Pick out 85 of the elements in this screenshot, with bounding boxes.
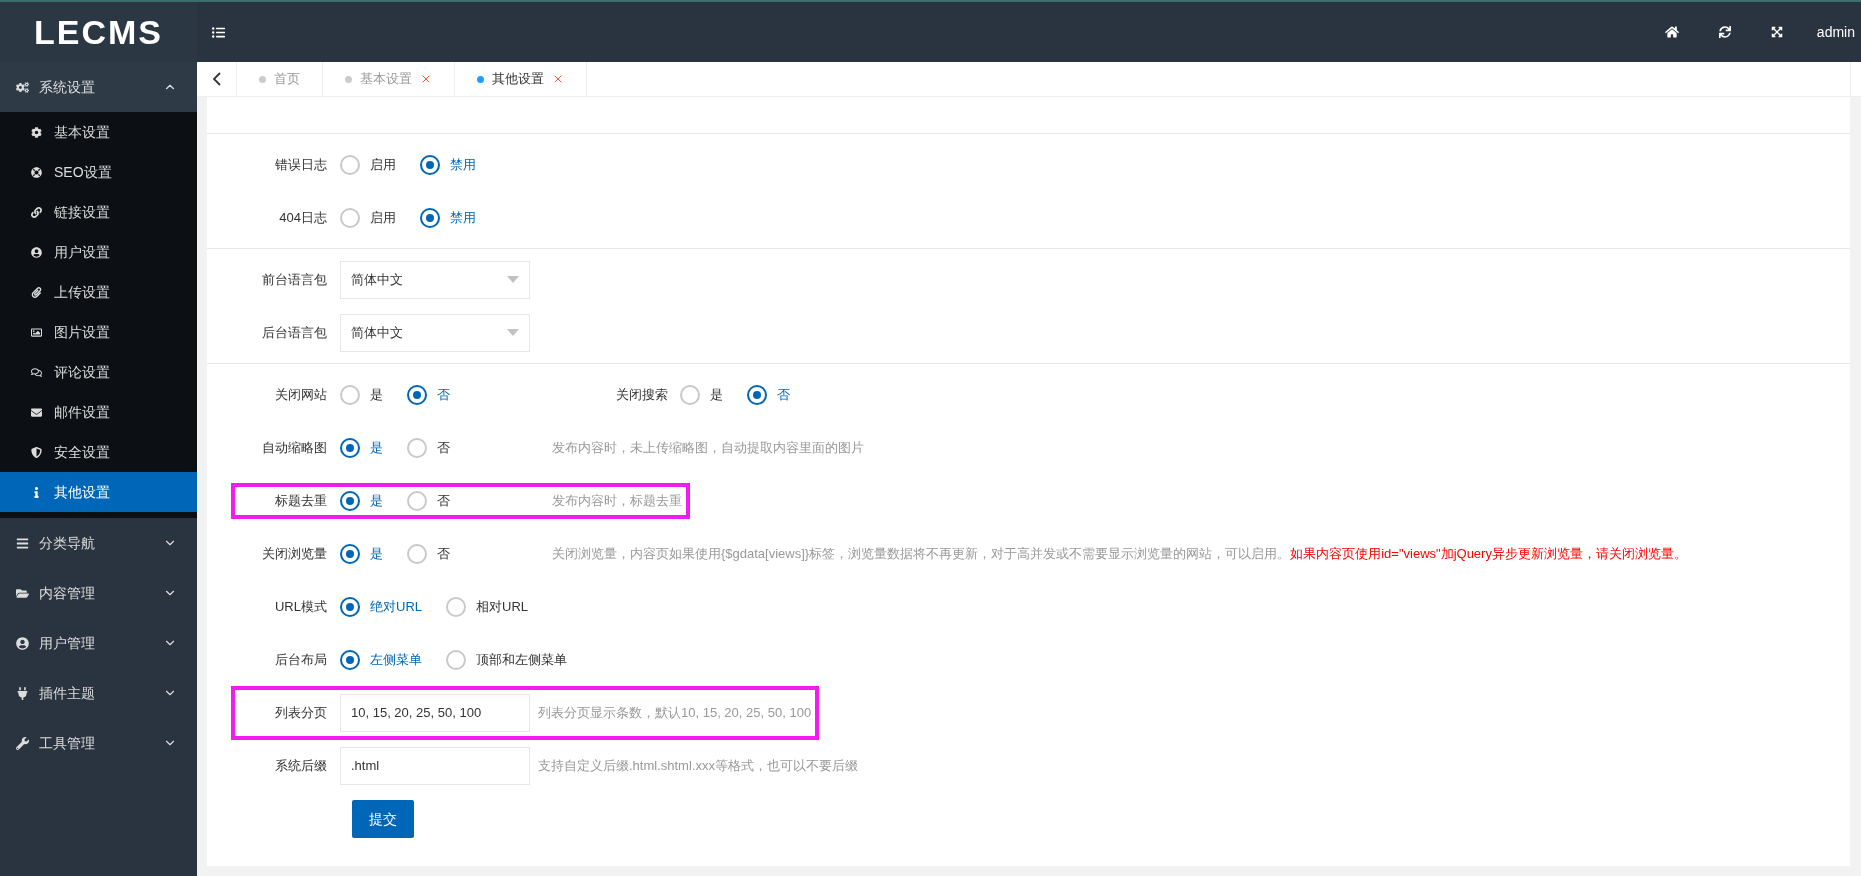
- menu-icon[interactable]: [212, 25, 225, 39]
- sidebar-group[interactable]: 用户管理: [0, 618, 197, 668]
- radio-option[interactable]: 是: [340, 384, 383, 405]
- sidebar-group[interactable]: 分类导航: [0, 518, 197, 568]
- submit-button[interactable]: 提交: [352, 800, 414, 838]
- input-field[interactable]: .html: [340, 746, 530, 785]
- field-label: URL模式: [275, 597, 327, 616]
- sidebar-group[interactable]: 系统设置: [0, 62, 197, 112]
- help-text: 发布内容时，标题去重: [552, 491, 682, 510]
- input-field[interactable]: 10, 15, 20, 25, 50, 100: [340, 693, 530, 732]
- field-label: 错误日志: [275, 155, 327, 174]
- sidebar-group[interactable]: 工具管理: [0, 718, 197, 768]
- select-field[interactable]: 简体中文: [340, 313, 530, 352]
- select-field[interactable]: 简体中文: [340, 260, 530, 299]
- user-icon: [31, 246, 42, 258]
- home-icon[interactable]: [1664, 25, 1679, 39]
- radio-option[interactable]: 启用: [340, 154, 396, 175]
- plug-icon: [16, 686, 29, 700]
- sidebar-group[interactable]: 插件主题: [0, 668, 197, 718]
- shield-icon: [31, 446, 42, 458]
- paperclip-icon: [31, 286, 42, 298]
- sidebar-item[interactable]: 图片设置: [0, 312, 197, 352]
- help-text: 关闭浏览量，内容页如果使用{$gdata[views]}标签，浏览量数据将不再更新，对于高并发或不需要显示浏览量的网站，可以启用。如果内容页使用id="views"加jQuery异步更新浏览量，请关闭浏览量。: [552, 544, 1687, 563]
- field-label: 标题去重: [275, 491, 327, 510]
- radio-option[interactable]: 否: [407, 384, 450, 405]
- radio-option[interactable]: 启用: [340, 207, 396, 228]
- close-icon[interactable]: [552, 73, 564, 85]
- radio-option[interactable]: 否: [407, 490, 450, 511]
- radio-option[interactable]: 否: [747, 384, 790, 405]
- field-label: 自动缩略图: [262, 438, 327, 457]
- field-label: 列表分页: [275, 703, 327, 722]
- radio-option[interactable]: 是: [340, 543, 383, 564]
- field-label: 关闭浏览量: [262, 544, 327, 563]
- sidebar-item[interactable]: 邮件设置: [0, 392, 197, 432]
- field-label: 关闭网站: [275, 385, 327, 404]
- caret-icon: [507, 276, 519, 283]
- field-label: 后台语言包: [262, 323, 327, 342]
- radio-option[interactable]: 否: [407, 543, 450, 564]
- sidebar-item[interactable]: 用户设置: [0, 232, 197, 272]
- user-icon: [16, 636, 29, 650]
- sidebar-item[interactable]: 上传设置: [0, 272, 197, 312]
- help-text: 发布内容时，未上传缩略图，自动提取内容里面的图片: [552, 438, 864, 457]
- info-icon: [31, 486, 42, 498]
- user-menu[interactable]: admin: [1816, 21, 1855, 43]
- field-label: 后台布局: [275, 650, 327, 669]
- radio-option[interactable]: 左侧菜单: [340, 649, 422, 670]
- radio-option[interactable]: 是: [340, 490, 383, 511]
- sidebar-item[interactable]: 链接设置: [0, 192, 197, 232]
- radio-option[interactable]: 否: [407, 437, 450, 458]
- radio-option[interactable]: 是: [340, 437, 383, 458]
- radio-option[interactable]: 是: [680, 384, 723, 405]
- radio-option[interactable]: 绝对URL: [340, 596, 422, 617]
- logo: LECMS: [34, 11, 163, 53]
- radio-option[interactable]: 顶部和左侧菜单: [446, 649, 567, 670]
- link-icon: [31, 206, 42, 218]
- fullscreen-icon[interactable]: [1770, 26, 1783, 38]
- sidebar-item[interactable]: 基本设置: [0, 112, 197, 152]
- folder-icon: [16, 586, 29, 600]
- radio-option[interactable]: 禁用: [420, 154, 476, 175]
- chevron-left-icon: [212, 72, 221, 86]
- sidebar-item[interactable]: 评论设置: [0, 352, 197, 392]
- envelope-icon: [31, 406, 42, 418]
- sidebar-item[interactable]: 安全设置: [0, 432, 197, 472]
- gears-icon: [16, 80, 29, 94]
- chat-icon: [31, 366, 42, 378]
- field-label: 关闭搜索: [616, 385, 668, 404]
- refresh-icon[interactable]: [1718, 26, 1731, 38]
- sidebar-item[interactable]: 其他设置: [0, 472, 197, 512]
- list-icon: [16, 536, 29, 550]
- field-label: 404日志: [279, 208, 327, 227]
- help-text: 支持自定义后缀.html.shtml.xxx等格式，也可以不要后缀: [538, 756, 858, 775]
- sidebar-group[interactable]: 内容管理: [0, 568, 197, 618]
- radio-option[interactable]: 禁用: [420, 207, 476, 228]
- close-icon[interactable]: [420, 73, 432, 85]
- caret-icon: [507, 329, 519, 336]
- sidebar-item[interactable]: SEO设置: [0, 152, 197, 192]
- tab[interactable]: 其他设置: [455, 62, 587, 96]
- help-text: 列表分页显示条数，默认10, 15, 20, 25, 50, 100: [538, 703, 812, 722]
- gear-icon: [31, 126, 42, 138]
- radio-option[interactable]: 相对URL: [446, 596, 529, 617]
- wrench-icon: [16, 736, 29, 750]
- lifebuoy-icon: [31, 166, 42, 178]
- image-icon: [31, 326, 42, 338]
- field-label: 系统后缀: [275, 756, 327, 775]
- field-label: 前台语言包: [262, 270, 327, 289]
